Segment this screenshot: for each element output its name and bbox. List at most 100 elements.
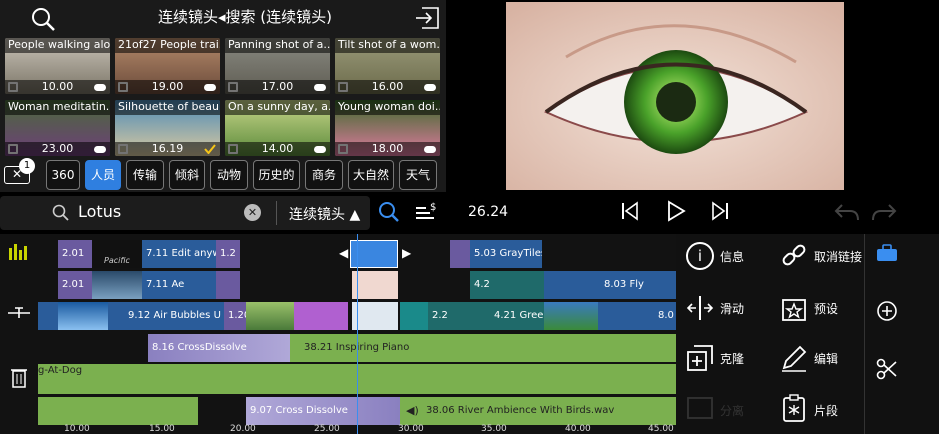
clip-caption: Panning shot of a... bbox=[225, 38, 330, 53]
category-chip[interactable]: 人员 bbox=[85, 160, 121, 190]
clip-button[interactable]: 片段 bbox=[814, 402, 838, 419]
skip-back-icon[interactable] bbox=[620, 201, 640, 221]
audio-clip[interactable]: 38.21 Inspiring Piano bbox=[290, 334, 676, 362]
cloud-icon bbox=[314, 146, 326, 153]
audio-clip[interactable] bbox=[38, 397, 198, 425]
transition-clip[interactable]: 2.01 bbox=[58, 271, 92, 299]
category-chip[interactable]: 360 bbox=[46, 160, 80, 190]
track-lock-icon[interactable] bbox=[6, 306, 32, 320]
category-chip[interactable]: 传输 bbox=[126, 160, 164, 190]
audio-transition[interactable]: 9.07 Cross Dissolve bbox=[246, 397, 400, 425]
clip-thumbnail bbox=[92, 271, 142, 299]
split-button: 分离 bbox=[720, 404, 745, 418]
video-clip[interactable]: 2.2 bbox=[428, 302, 450, 330]
video-clip[interactable]: 4.21 Gree bbox=[450, 302, 544, 330]
speaker-icon: ◀) bbox=[406, 404, 419, 417]
clip-thumbnail[interactable]: Silhouette of beau... 16.19 bbox=[115, 100, 220, 156]
video-clip[interactable] bbox=[38, 302, 58, 330]
audio-transition[interactable]: 8.16 CrossDissolve bbox=[148, 334, 290, 362]
clip-thumbnail bbox=[58, 302, 108, 330]
info-icon[interactable]: i bbox=[686, 242, 714, 270]
preset-icon[interactable] bbox=[780, 294, 808, 322]
video-clip[interactable] bbox=[294, 302, 348, 330]
browser-title: 连续镜头◂搜索 (连续镜头) bbox=[157, 8, 332, 26]
video-clip[interactable]: 7.11 Ae bbox=[142, 271, 216, 299]
search-scope-dropdown[interactable]: 连续镜头 ▲ bbox=[289, 204, 360, 224]
clip-caption: Woman meditatin... bbox=[5, 100, 110, 115]
clip-thumbnail[interactable]: Young woman doi... 18.00 bbox=[335, 100, 440, 156]
edit-button[interactable]: 编辑 bbox=[814, 350, 838, 367]
transition-clip[interactable] bbox=[216, 271, 240, 299]
add-icon[interactable] bbox=[876, 300, 898, 322]
category-chip[interactable]: 历史的 bbox=[253, 160, 300, 190]
audio-meter-icon[interactable] bbox=[8, 242, 30, 260]
video-clip[interactable]: 8.0 bbox=[598, 302, 676, 330]
edit-icon[interactable] bbox=[780, 344, 808, 372]
clip-thumbnail bbox=[544, 302, 598, 330]
clip-thumbnail bbox=[352, 271, 398, 299]
trim-right-handle[interactable]: ▶ bbox=[402, 246, 411, 260]
redo-icon[interactable] bbox=[871, 202, 897, 222]
trim-left-handle[interactable]: ◀ bbox=[339, 246, 348, 260]
clone-button[interactable]: 克隆 bbox=[720, 350, 744, 367]
transition-clip[interactable]: 1.20 bbox=[224, 302, 246, 330]
clip-thumbnail bbox=[400, 302, 428, 330]
ruler-label: 10.00 bbox=[64, 424, 90, 434]
checkmark-icon bbox=[204, 144, 216, 154]
transition-clip[interactable]: 1.2 bbox=[216, 240, 240, 268]
clip-thumbnail[interactable]: Panning shot of a... 17.00 bbox=[225, 38, 330, 94]
clip-caption: 21of27 People trai... bbox=[115, 38, 220, 53]
category-chip[interactable]: 倾斜 bbox=[169, 160, 205, 190]
play-icon[interactable] bbox=[665, 200, 687, 222]
unlink-icon[interactable] bbox=[780, 242, 808, 270]
preset-button[interactable]: 预设 bbox=[814, 300, 838, 317]
clip-caption: On a sunny day, a... bbox=[225, 100, 330, 115]
clip-thumbnail-label: Pacific bbox=[92, 240, 142, 268]
category-chip[interactable]: 商务 bbox=[305, 160, 343, 190]
category-chip[interactable]: 动物 bbox=[210, 160, 248, 190]
category-chip[interactable]: 大自然 bbox=[348, 160, 394, 190]
undo-icon[interactable] bbox=[834, 202, 860, 222]
video-clip[interactable]: 4.2 bbox=[470, 271, 544, 299]
clip-thumbnail[interactable]: People walking alo... 10.00 bbox=[5, 38, 110, 94]
clip-caption: Tilt shot of a wom... bbox=[335, 38, 440, 53]
slide-button[interactable]: 滑动 bbox=[720, 300, 744, 317]
video-clip[interactable]: 8.03 Fly bbox=[544, 271, 676, 299]
sort-icon[interactable]: $ bbox=[414, 200, 440, 224]
timecode: 26.24 bbox=[468, 204, 509, 220]
clip-thumbnail[interactable]: Tilt shot of a wom... 16.00 bbox=[335, 38, 440, 94]
info-button[interactable]: 信息 bbox=[720, 248, 744, 265]
cloud-icon bbox=[94, 146, 106, 153]
search-icon[interactable] bbox=[30, 6, 56, 32]
video-clip[interactable]: 7.11 Edit anyw bbox=[142, 240, 216, 268]
video-clip[interactable]: 9.12 Air Bubbles U bbox=[108, 302, 224, 330]
skip-forward-icon[interactable] bbox=[710, 201, 730, 221]
search-input[interactable]: Lotus bbox=[78, 202, 121, 221]
slide-icon[interactable] bbox=[686, 294, 714, 322]
clip-thumbnail[interactable]: Woman meditatin... 23.00 bbox=[5, 100, 110, 156]
playhead[interactable] bbox=[357, 234, 358, 434]
category-chip[interactable]: 天气 bbox=[399, 160, 437, 190]
search-toggle-icon[interactable] bbox=[378, 201, 400, 223]
video-preview[interactable] bbox=[506, 2, 844, 190]
unlink-button[interactable]: 取消链接 bbox=[814, 248, 862, 265]
import-icon[interactable] bbox=[414, 6, 440, 30]
timeline[interactable]: 2.01 Pacific 7.11 Edit anyw 1.2 ◀ ▶ 5.03… bbox=[0, 234, 676, 434]
transition-clip[interactable] bbox=[450, 240, 470, 268]
clone-icon[interactable] bbox=[686, 344, 714, 372]
divider bbox=[864, 234, 865, 434]
clip-thumbnail[interactable]: 21of27 People trai... 19.00 bbox=[115, 38, 220, 94]
audio-clip[interactable]: 38.06 River Ambience With Birds.wav bbox=[400, 397, 676, 425]
clip-icon[interactable] bbox=[780, 394, 808, 422]
clip-caption: Young woman doi... bbox=[335, 100, 440, 115]
scissors-icon[interactable] bbox=[876, 358, 898, 380]
trash-icon[interactable] bbox=[10, 366, 28, 388]
transition-clip[interactable]: 2.01 bbox=[58, 240, 92, 268]
video-clip[interactable]: 5.03 GrayTiles bbox=[470, 240, 542, 268]
clip-thumbnail[interactable]: On a sunny day, a... 14.00 bbox=[225, 100, 330, 156]
ruler-label: 40.00 bbox=[565, 424, 591, 434]
ruler-label: 15.00 bbox=[149, 424, 175, 434]
toolbox-icon[interactable] bbox=[876, 244, 898, 262]
clear-search-icon[interactable]: ✕ bbox=[244, 204, 261, 221]
clip-caption: Silhouette of beau... bbox=[115, 100, 220, 115]
